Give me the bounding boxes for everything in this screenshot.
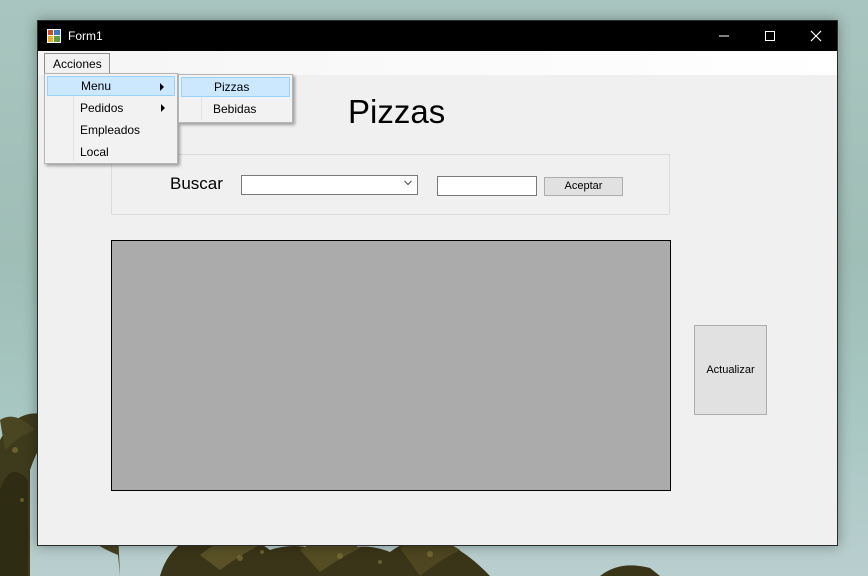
menu-bar: Acciones [38,51,837,75]
menu-item-empleados[interactable]: Empleados [47,120,175,140]
maximize-icon [765,31,775,41]
minimize-button[interactable] [701,21,747,51]
maximize-button[interactable] [747,21,793,51]
menu-item-label: Empleados [80,123,141,137]
window-title: Form1 [68,29,103,43]
menu-acciones[interactable]: Acciones [44,53,110,74]
page-title: Pizzas [348,93,446,130]
main-window: Form1 Acciones Pizzas Buscar Aceptar Act… [37,20,838,546]
close-icon [810,30,822,42]
search-textbox[interactable] [437,176,537,196]
search-label: Buscar [170,174,223,193]
aceptar-button[interactable]: Aceptar [544,177,623,196]
submenu-item-pizzas[interactable]: Pizzas [181,77,290,97]
menu-item-label: Menu [81,79,112,93]
menu-item-pedidos[interactable]: Pedidos [47,98,175,118]
menu-item-label: Pedidos [80,101,124,115]
submenu-arrow-icon [161,104,165,112]
submenu-arrow-icon [160,83,164,91]
search-combobox[interactable] [241,175,418,195]
app-icon [47,29,61,43]
search-panel: Buscar Aceptar [111,154,670,215]
submenu-item-label: Pizzas [214,80,250,94]
close-button[interactable] [793,21,839,51]
menu-item-label: Local [80,145,109,159]
submenu-item-bebidas[interactable]: Bebidas [181,99,290,119]
submenu-item-label: Bebidas [213,102,257,116]
actualizar-button[interactable]: Actualizar [694,325,767,415]
menu-item-menu[interactable]: Menu [47,76,175,96]
chevron-down-icon[interactable] [404,179,412,187]
title-bar[interactable]: Form1 [38,21,837,51]
data-grid[interactable] [111,240,671,491]
menu-item-local[interactable]: Local [47,142,175,162]
acciones-dropdown: Menu Pedidos Empleados Local [44,73,178,164]
minimize-icon [719,35,729,37]
menu-submenu: Pizzas Bebidas [178,74,293,123]
